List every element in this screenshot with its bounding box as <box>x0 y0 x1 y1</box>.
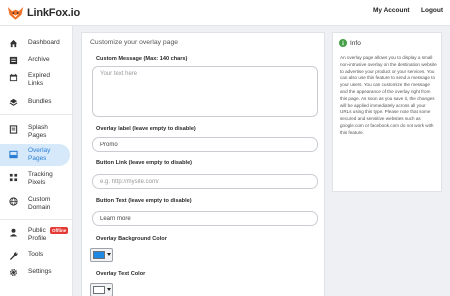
background-color-swatch <box>93 251 105 259</box>
sidebar-item-bundles[interactable]: Bundles <box>0 95 70 109</box>
sidebar-item-settings[interactable]: Settings <box>0 265 70 279</box>
info-title: Info <box>350 39 361 47</box>
home-icon <box>9 39 18 48</box>
sidebar-divider <box>0 219 72 220</box>
sidebar-item-archive[interactable]: Archive <box>0 53 70 67</box>
custom-message-textarea[interactable] <box>92 66 318 117</box>
app-name: LinkFox.io <box>27 7 81 19</box>
panel-title: Customize your overlay page <box>90 39 179 46</box>
text-color-label: Overlay Text Color <box>96 271 146 277</box>
background-color-picker[interactable] <box>90 248 113 262</box>
sidebar-item-dashboard[interactable]: Dashboard <box>0 36 70 50</box>
gear-icon <box>9 268 18 277</box>
sidebar-item-label: Tools <box>28 251 44 258</box>
sidebar-item-custom-domain[interactable]: Custom Domain <box>0 193 70 215</box>
button-link-input[interactable] <box>92 174 318 189</box>
sidebar-item-label: Settings <box>28 268 52 275</box>
overlay-label-label: Overlay label (leave empty to disable) <box>96 126 196 132</box>
globe-icon <box>9 197 18 206</box>
background-color-label: Overlay Background Color <box>96 236 167 242</box>
pixel-icon <box>9 173 18 182</box>
overlay-form-panel: Customize your overlay page Custom Messa… <box>81 32 325 296</box>
top-bar: LinkFox.io My Account Logout <box>0 0 450 26</box>
button-link-label: Button Link (leave empty to disable) <box>96 160 193 166</box>
sidebar-item-label: Archive <box>28 56 50 63</box>
custom-message-label: Custom Message (Max: 140 chars) <box>96 56 188 62</box>
sidebar-item-label: Dashboard <box>28 39 60 46</box>
sidebar-item-splash-pages[interactable]: Splash Pages <box>0 121 70 143</box>
page-icon <box>9 125 18 134</box>
text-color-swatch <box>93 286 105 294</box>
button-text-input[interactable] <box>92 211 318 226</box>
sidebar-item-tracking-pixels[interactable]: Tracking Pixels <box>0 168 70 190</box>
sidebar-item-public-profile[interactable]: Public Profile Offline <box>0 224 70 246</box>
logout-link[interactable]: Logout <box>421 7 443 14</box>
overlay-icon <box>9 150 18 159</box>
sidebar-item-label: Bundles <box>28 98 52 105</box>
logo[interactable]: LinkFox.io <box>7 4 80 22</box>
layers-icon <box>9 98 18 106</box>
my-account-link[interactable]: My Account <box>373 7 410 14</box>
button-text-label: Button Text (leave empty to disable) <box>96 198 192 204</box>
sidebar-item-label: Custom Domain <box>28 196 51 211</box>
offline-badge: Offline <box>50 227 69 234</box>
sidebar: Dashboard Archive Expired Links Bundles … <box>0 26 73 296</box>
info-panel: Info An overlay page allows you to displ… <box>332 32 442 192</box>
info-header: Info <box>339 39 361 47</box>
sidebar-item-tools[interactable]: Tools <box>0 248 70 262</box>
archive-icon <box>9 56 18 65</box>
text-color-picker[interactable] <box>90 283 113 296</box>
calendar-icon <box>9 73 18 82</box>
sidebar-divider <box>0 114 72 115</box>
caret-down-icon <box>107 288 111 291</box>
sidebar-item-label: Expired Links <box>28 72 51 87</box>
sidebar-item-overlay-pages[interactable]: Overlay Pages <box>0 144 70 166</box>
sidebar-item-label: Overlay Pages <box>28 147 51 162</box>
info-body: An overlay page allows you to display a … <box>340 55 437 135</box>
sidebar-item-expired-links[interactable]: Expired Links <box>0 69 70 91</box>
sidebar-item-label: Public Profile <box>28 227 47 242</box>
fox-logo-icon <box>7 7 24 20</box>
user-icon <box>9 228 18 237</box>
info-icon <box>339 39 347 47</box>
sidebar-item-label: Splash Pages <box>28 124 48 139</box>
wrench-icon <box>9 252 18 260</box>
app-root: LinkFox.io My Account Logout Dashboard A… <box>0 0 450 296</box>
overlay-label-input[interactable] <box>92 137 318 152</box>
sidebar-item-label: Tracking Pixels <box>28 171 53 186</box>
caret-down-icon <box>107 253 111 256</box>
